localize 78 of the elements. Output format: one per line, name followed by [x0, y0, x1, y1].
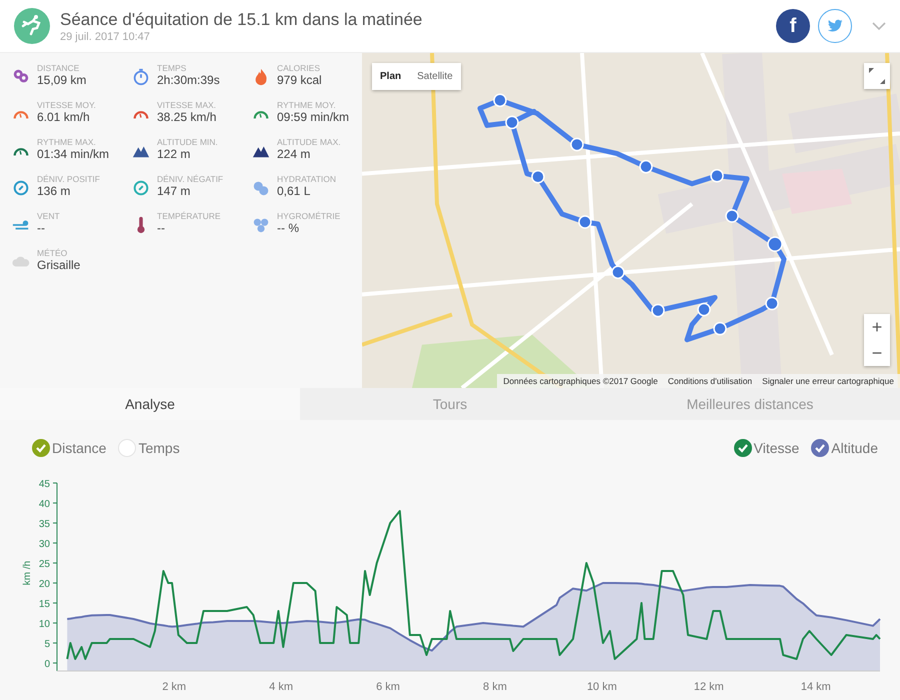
- dial-icon: [12, 179, 30, 197]
- chevron-down-icon[interactable]: [872, 22, 886, 30]
- stat-label: ALTITUDE MAX.: [277, 137, 341, 147]
- drops-icon: [252, 179, 270, 197]
- x-tick-label: 8 km: [483, 681, 507, 693]
- map-attribution: Données cartographiques ©2017 Google: [503, 376, 658, 386]
- stat-value: --: [37, 221, 46, 235]
- fullscreen-button[interactable]: [864, 63, 890, 89]
- map-link[interactable]: Signaler une erreur cartographique: [762, 376, 894, 386]
- activity-title: Séance d'équitation de 15.1 km dans la matinée: [60, 10, 424, 30]
- map-type-tab[interactable]: Satellite: [409, 63, 461, 90]
- stat-value: 0,61 L: [277, 184, 312, 198]
- axis-option-label[interactable]: Distance: [52, 440, 106, 456]
- stat-value: 122 m: [157, 147, 192, 161]
- radio-icon[interactable]: [118, 439, 136, 457]
- stat-label: HYGROMÉTRIE: [277, 211, 340, 221]
- axis-option-label[interactable]: Temps: [138, 440, 180, 456]
- dial-icon: [132, 179, 150, 197]
- stat-label: CALORIES: [277, 63, 321, 73]
- stat-label: DÉNIV. NÉGATIF: [157, 174, 224, 184]
- stat-label: VITESSE MAX.: [157, 100, 216, 110]
- stat-value: 979 kcal: [277, 73, 322, 87]
- stat-value: 136 m: [37, 184, 72, 198]
- y-tick-label: 40: [38, 499, 50, 510]
- stat-label: VITESSE MOY.: [37, 100, 96, 110]
- x-tick-label: 12 km: [694, 681, 724, 693]
- stat-label: TEMPS: [157, 63, 188, 73]
- x-tick-label: 14 km: [800, 681, 831, 693]
- x-tick-label: 4 km: [269, 681, 293, 693]
- checked-radio-icon[interactable]: [32, 439, 50, 457]
- stat-value: 38.25 km/h: [157, 110, 216, 124]
- drops-icon: [252, 216, 270, 234]
- rider-icon: [14, 8, 50, 44]
- stat-label: DISTANCE: [37, 63, 80, 73]
- stat-value: 2h:30m:39s: [157, 73, 220, 87]
- stat-label: RYTHME MOY.: [277, 100, 337, 110]
- stat-label: HYDRATATION: [277, 174, 336, 184]
- map-link[interactable]: Conditions d'utilisation: [668, 376, 752, 386]
- map-type-tab[interactable]: Plan: [372, 63, 410, 90]
- stat-label: ALTITUDE MIN.: [157, 137, 218, 147]
- stat-value: Grisaille: [37, 258, 80, 272]
- stat-label: VENT: [37, 211, 60, 221]
- checked-circle-icon[interactable]: [811, 439, 830, 457]
- zoom-out-button[interactable]: −: [864, 340, 890, 366]
- y-tick-label: 5: [44, 639, 50, 650]
- stopwatch-icon: [132, 68, 150, 86]
- x-tick-label: 6 km: [376, 681, 400, 693]
- y-tick-label: 35: [38, 519, 50, 530]
- stat-value: 09:59 min/km: [277, 110, 350, 124]
- stat-label: DÉNIV. POSITIF: [37, 174, 100, 184]
- y-tick-label: 25: [38, 559, 50, 570]
- checked-circle-icon[interactable]: [734, 439, 752, 457]
- facebook-button[interactable]: f: [776, 9, 810, 43]
- y-tick-label: 30: [38, 539, 50, 550]
- stat-value: 224 m: [277, 147, 312, 161]
- y-tick-label: 0: [44, 659, 50, 670]
- y-tick-label: 15: [38, 599, 50, 610]
- stat-label: MÉTÉO: [37, 248, 68, 258]
- tab[interactable]: Analyse: [0, 388, 300, 420]
- y-axis-label: km /h: [22, 560, 33, 586]
- series-toggle-label[interactable]: Vitesse: [754, 440, 800, 456]
- x-tick-label: 2 km: [162, 681, 186, 693]
- y-tick-label: 45: [38, 479, 50, 490]
- stat-value: -- %: [277, 221, 300, 235]
- series-toggle-label[interactable]: Altitude: [831, 440, 878, 456]
- stat-label: RYTHME MAX.: [37, 137, 97, 147]
- x-tick-label: 10 km: [586, 681, 617, 693]
- stat-value: 15,09 km: [37, 73, 86, 87]
- stat-value: 01:34 min/km: [37, 147, 110, 161]
- stat-value: 6.01 km/h: [37, 110, 91, 124]
- stat-label: TEMPÉRATURE: [157, 211, 221, 221]
- y-tick-label: 20: [38, 579, 50, 590]
- stat-value: 147 m: [157, 184, 192, 198]
- zoom-in-button[interactable]: +: [864, 314, 890, 340]
- stat-value: --: [157, 221, 166, 235]
- twitter-button[interactable]: [818, 9, 852, 43]
- y-tick-label: 10: [38, 619, 50, 630]
- activity-date: 29 juil. 2017 10:47: [60, 30, 151, 42]
